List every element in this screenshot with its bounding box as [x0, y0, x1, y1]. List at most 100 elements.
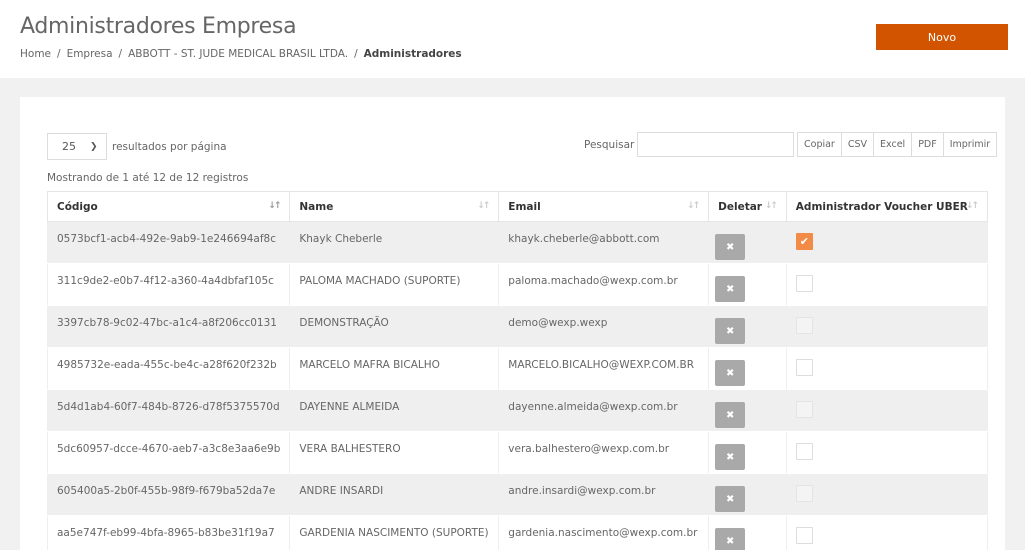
close-icon: ✖ [725, 367, 735, 379]
cell-codigo: 3397cb78-9c02-47bc-a1c4-a8f206cc0131 [46, 305, 291, 348]
table-row: 605400a5-2b0f-455b-98f9-f679ba52da7e ANDR… [46, 473, 989, 516]
table-body: 0573bcf1-acb4-492e-9ab9-1e246694af8c Khay… [46, 221, 989, 550]
cell-email: dayenne.almeida@wexp.com.br [498, 389, 710, 432]
new-button[interactable]: Novo [876, 24, 1008, 50]
cell-delete: ✖ [708, 389, 787, 432]
cell-voucher [785, 431, 989, 474]
delete-button[interactable]: ✖ [715, 528, 746, 550]
cell-codigo: 311c9de2-e0b7-4f12-a360-4a4dbfaf105c [46, 263, 291, 306]
cell-name: Khayk Cheberle [289, 221, 500, 264]
excel-button[interactable]: Excel [873, 132, 913, 157]
cell-codigo: 5d4d1ab4-60f7-484b-8726-d78f5375570d [46, 389, 291, 432]
table-row: 5d4d1ab4-60f7-484b-8726-d78f5375570d DAYE… [46, 389, 989, 432]
close-icon: ✖ [725, 409, 735, 421]
delete-button[interactable]: ✖ [715, 486, 746, 512]
voucher-checkbox [795, 317, 813, 334]
table-row: 0573bcf1-acb4-492e-9ab9-1e246694af8c Khay… [46, 221, 989, 264]
cell-email: MARCELO.BICALHO@WEXP.COM.BR [498, 347, 710, 390]
page-title: Administradores Empresa [20, 14, 297, 39]
voucher-checkbox [795, 485, 813, 502]
cell-codigo: 5dc60957-dcce-4670-aeb7-a3c8e3aa6e9b [46, 431, 291, 474]
print-button[interactable]: Imprimir [942, 132, 998, 157]
cell-voucher [785, 305, 989, 348]
delete-button[interactable]: ✖ [715, 402, 746, 428]
column-header-voucher[interactable]: Administrador Voucher UBER ↓↑ [785, 191, 989, 222]
cell-name: VERA BALHESTERO [289, 431, 500, 474]
breadcrumb-company[interactable]: ABBOTT - ST. JUDE MEDICAL BRASIL LTDA. [128, 48, 348, 60]
table-row: 3397cb78-9c02-47bc-a1c4-a8f206cc0131 DEMO… [46, 305, 989, 348]
page-length-label: resultados por página [112, 141, 227, 153]
sort-arrows-icon: ↓↑ [764, 201, 778, 211]
cell-voucher: ✔ [785, 221, 989, 264]
voucher-checkbox [795, 401, 813, 418]
search-input[interactable] [637, 132, 794, 157]
search-label: Pesquisar [584, 139, 635, 151]
copy-button[interactable]: Copiar [797, 132, 842, 157]
column-header-email[interactable]: Email ↓↑ [498, 191, 710, 222]
sort-arrows-icon: ↓↑ [268, 201, 281, 211]
cell-email: andre.insardi@wexp.com.br [498, 473, 710, 516]
export-buttons: Copiar CSV Excel PDF Imprimir [797, 132, 998, 157]
breadcrumb: Home / Empresa / ABBOTT - ST. JUDE MEDICAL B… [20, 48, 462, 60]
breadcrumb-home[interactable]: Home [20, 48, 51, 60]
voucher-checkbox[interactable] [795, 275, 813, 292]
cell-delete: ✖ [708, 347, 787, 390]
cell-codigo: 4985732e-eada-455c-be4c-a28f620f232b [46, 347, 291, 390]
cell-voucher [785, 389, 989, 432]
delete-button[interactable]: ✖ [715, 444, 746, 470]
close-icon: ✖ [725, 283, 735, 295]
close-icon: ✖ [725, 493, 735, 505]
delete-button[interactable]: ✖ [715, 234, 746, 260]
delete-button[interactable]: ✖ [715, 360, 746, 386]
breadcrumb-current: Administradores [363, 48, 462, 60]
cell-email: paloma.machado@wexp.com.br [498, 263, 710, 306]
column-header-name[interactable]: Name ↓↑ [289, 191, 500, 222]
cell-name: ANDRE INSARDI [289, 473, 500, 516]
column-header-codigo[interactable]: Código ↓↑ [46, 191, 291, 222]
voucher-checkbox[interactable] [795, 359, 813, 376]
page-length-value: 25 [62, 140, 76, 153]
sort-arrows-icon: ↓↑ [477, 201, 490, 211]
cell-delete: ✖ [708, 431, 787, 474]
table-info: Mostrando de 1 até 12 de 12 registros [47, 172, 249, 184]
table-row: 5dc60957-dcce-4670-aeb7-a3c8e3aa6e9b VERA… [46, 431, 989, 474]
cell-voucher [785, 473, 989, 516]
cell-codigo: aa5e747f-eb99-4bfa-8965-b83be31f19a7 [46, 515, 291, 550]
cell-voucher [785, 515, 989, 550]
csv-button[interactable]: CSV [840, 132, 875, 157]
cell-email: demo@wexp.wexp [498, 305, 710, 348]
table-row: aa5e747f-eb99-4bfa-8965-b83be31f19a7 GARD… [46, 515, 989, 550]
cell-name: GARDENIA NASCIMENTO (SUPORTE) [289, 515, 500, 550]
cell-delete: ✖ [708, 305, 787, 348]
delete-button[interactable]: ✖ [715, 318, 746, 344]
close-icon: ✖ [725, 325, 735, 337]
cell-voucher [785, 347, 989, 390]
cell-delete: ✖ [708, 473, 787, 516]
page-length-select[interactable]: 25 ❯ [47, 133, 107, 160]
cell-email: gardenia.nascimento@wexp.com.br [498, 515, 710, 550]
close-icon: ✖ [725, 535, 735, 547]
breadcrumb-empresa[interactable]: Empresa [67, 48, 113, 60]
delete-button[interactable]: ✖ [715, 276, 746, 302]
chevron-down-icon: ❯ [90, 141, 98, 152]
checkmark-icon: ✔ [799, 235, 809, 248]
administrators-table: Código ↓↑ Name ↓↑ Email ↓↑ Deletar ↓↑ Admini… [46, 191, 989, 550]
voucher-checkbox[interactable] [795, 527, 813, 544]
cell-voucher [785, 263, 989, 306]
page-header: Administradores Empresa Home / Empresa / ABB… [0, 0, 1025, 78]
cell-codigo: 605400a5-2b0f-455b-98f9-f679ba52da7e [46, 473, 291, 516]
voucher-checkbox[interactable]: ✔ [795, 233, 813, 250]
table-row: 311c9de2-e0b7-4f12-a360-4a4dbfaf105c PALO… [46, 263, 989, 306]
cell-name: PALOMA MACHADO (SUPORTE) [289, 263, 500, 306]
cell-delete: ✖ [708, 263, 787, 306]
cell-codigo: 0573bcf1-acb4-492e-9ab9-1e246694af8c [46, 221, 291, 264]
sort-arrows-icon: ↓↑ [687, 201, 700, 211]
cell-email: khayk.cheberle@abbott.com [498, 221, 710, 264]
close-icon: ✖ [725, 451, 735, 463]
cell-name: DEMONSTRAÇÃO [289, 305, 500, 348]
voucher-checkbox[interactable] [795, 443, 813, 460]
cell-email: vera.balhestero@wexp.com.br [498, 431, 710, 474]
pdf-button[interactable]: PDF [911, 132, 944, 157]
cell-delete: ✖ [708, 221, 787, 264]
column-header-deletar[interactable]: Deletar ↓↑ [708, 191, 787, 222]
